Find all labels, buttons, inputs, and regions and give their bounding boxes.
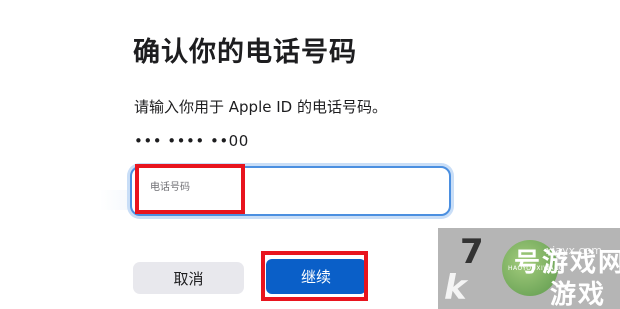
watermark-letter-top: 7 — [460, 232, 484, 272]
watermark-subtext: HAOYOUXIWANG — [508, 265, 565, 272]
confirm-phone-page: 确认你的电话号码 请输入你用于 Apple ID 的电话号码。 ••• ••••… — [0, 0, 620, 309]
annotation-highlight-field — [135, 164, 245, 214]
page-title: 确认你的电话号码 — [133, 37, 357, 68]
watermark-letter-bottom: k — [444, 268, 467, 308]
cancel-button[interactable]: 取消 — [133, 262, 244, 294]
site-watermark: 7 xiayx.com 号游戏网 HAOYOUXIWANG k 游戏 — [438, 228, 620, 309]
instruction-text: 请输入你用于 Apple ID 的电话号码。 — [134, 98, 387, 116]
watermark-text-bottom: 游戏 — [550, 280, 607, 309]
masked-phone-number: ••• •••• ••00 — [134, 132, 249, 150]
annotation-highlight-continue — [261, 251, 368, 301]
